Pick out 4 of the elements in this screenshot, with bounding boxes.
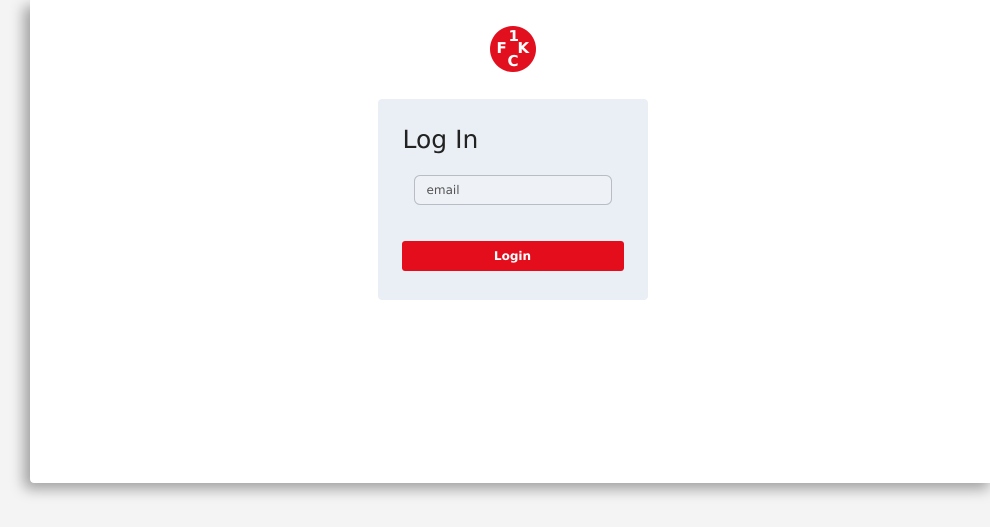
email-field[interactable]: email	[414, 175, 612, 205]
logo: 1 F K C	[490, 26, 536, 72]
login-title: Log In	[402, 125, 480, 155]
login-button[interactable]: Login	[402, 241, 624, 271]
